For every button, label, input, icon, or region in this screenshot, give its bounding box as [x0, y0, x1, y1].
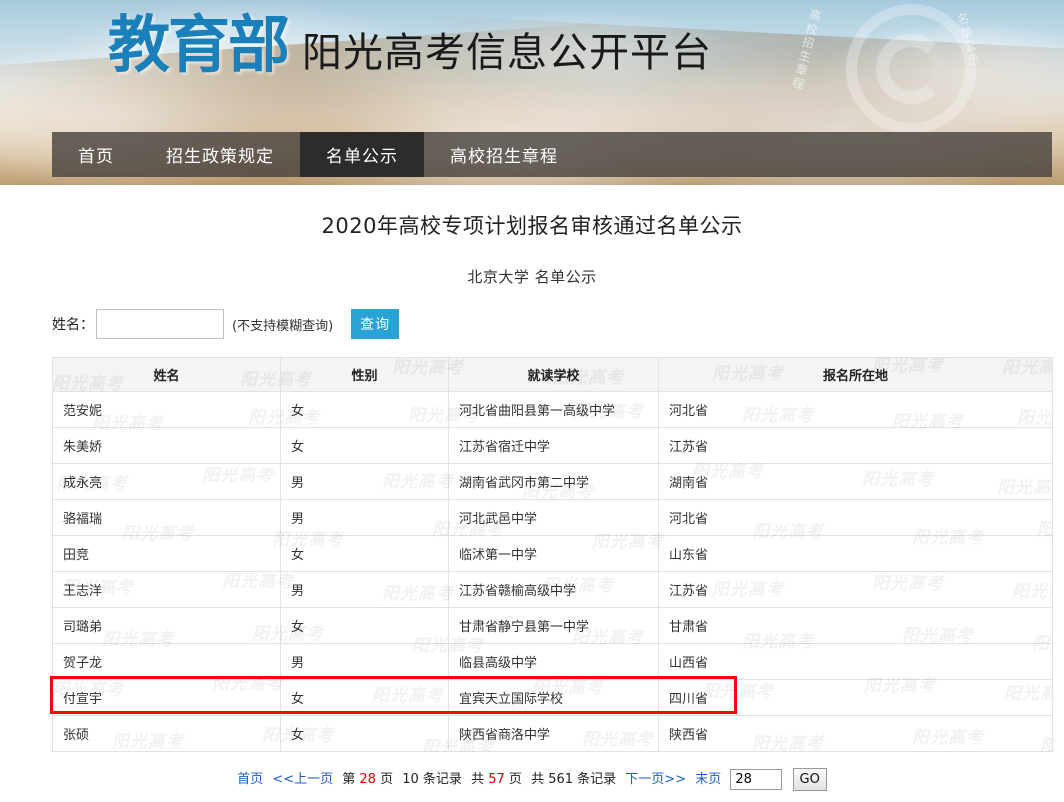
pager-go-button[interactable]: GO: [792, 768, 827, 791]
nav-item-admission-policy[interactable]: 招生政策规定: [140, 132, 300, 177]
table-row: 田竞女临沭第一中学 山东省: [52, 535, 1053, 572]
logo-platform-text: 阳光高考信息公开平台: [302, 30, 713, 76]
pagination-bar: 首页 <<上一页 第 28 页 10 条记录 共 57 页 共 561 条记录 …: [0, 768, 1064, 791]
cell-place: 四川省: [658, 679, 1053, 716]
cell-sex: 女: [280, 391, 449, 428]
search-hint-text: (不支持模糊查询): [232, 318, 334, 334]
cell-name: 张硕: [52, 715, 281, 752]
column-header-school: 就读学校: [448, 357, 659, 392]
table-row: 付宣宇女宜宾天立国际学校 四川省: [52, 679, 1053, 716]
cell-sex: 男: [280, 643, 449, 680]
search-submit-button[interactable]: 查询: [351, 309, 400, 339]
cell-school: 河北武邑中学: [448, 499, 659, 536]
results-table-wrapper: 阳光高考阳光高考阳光高考阳光高考阳光高考阳光高考阳光高考阳光高考阳光高考阳光高考…: [50, 357, 1053, 752]
pager-total-pages: 57: [488, 772, 505, 787]
table-body: 范安妮女河北省曲阳县第一高级中学 河北省 朱美娇女江苏省宿迁中学 江苏省 成永亮男湖南省…: [52, 391, 1053, 752]
column-header-place: 报名所在地: [658, 357, 1053, 392]
cell-name: 田竞: [52, 535, 281, 572]
cell-name: 司璐弟: [52, 607, 281, 644]
table-row: 朱美娇女江苏省宿迁中学 江苏省: [52, 427, 1053, 464]
cell-sex: 男: [280, 463, 449, 500]
cell-school: 河北省曲阳县第一高级中学: [448, 391, 659, 428]
cell-name: 付宣宇: [52, 679, 281, 716]
cell-name: 骆福瑞: [52, 499, 281, 536]
search-name-input[interactable]: [96, 309, 224, 339]
page-title: 2020年高校专项计划报名审核通过名单公示: [321, 214, 743, 238]
search-name-label: 姓名：: [52, 317, 94, 333]
table-row: 张硕女陕西省商洛中学 陕西省: [52, 715, 1053, 752]
cell-school: 江苏省宿迁中学: [448, 427, 659, 464]
cell-place: 河北省: [658, 391, 1053, 428]
cell-place: 陕西省: [658, 715, 1053, 752]
table-header-row: 姓名 性别 就读学校 报名所在地: [52, 357, 1053, 392]
nav-item-name-list[interactable]: 名单公示: [300, 132, 424, 177]
site-banner: 高校招生章程 名单公示 教育部 阳光高考信息公开平台 首页 招生政策规定 名单公…: [0, 0, 1064, 185]
cell-place: 湖南省: [658, 463, 1053, 500]
nav-item-home[interactable]: 首页: [52, 132, 140, 177]
site-logo: 教育部 阳光高考信息公开平台: [108, 14, 712, 76]
cell-sex: 女: [280, 535, 449, 572]
table-row: 骆福瑞男河北武邑中学 河北省: [52, 499, 1053, 536]
cell-sex: 女: [280, 607, 449, 644]
cell-sex: 女: [280, 679, 449, 716]
pager-total-suffix: 页: [508, 772, 522, 787]
pager-first-link[interactable]: 首页: [237, 772, 263, 787]
cell-name: 王志洋: [52, 571, 281, 608]
logo-ministry-text: 教育部: [108, 8, 290, 81]
cell-school: 江苏省赣榆高级中学: [448, 571, 659, 608]
cell-name: 贺子龙: [52, 643, 281, 680]
column-header-name: 姓名: [52, 357, 281, 392]
table-row: 司璐弟女甘肃省静宁县第一中学 甘肃省: [52, 607, 1053, 644]
nav-item-label: 高校招生章程: [450, 147, 558, 167]
cell-place: 江苏省: [658, 427, 1053, 464]
cell-school: 甘肃省静宁县第一中学: [448, 607, 659, 644]
cell-school: 临沭第一中学: [448, 535, 659, 572]
pager-goto-input[interactable]: [730, 769, 783, 790]
pager-per-page: 10 条记录: [402, 772, 462, 787]
cell-place: 甘肃省: [658, 607, 1053, 644]
table-row: 贺子龙男临县高级中学 山西省: [52, 643, 1053, 680]
nav-item-university-regulations[interactable]: 高校招生章程: [424, 132, 584, 177]
cell-place: 江苏省: [658, 571, 1053, 608]
nav-item-label: 名单公示: [326, 147, 398, 167]
results-table: 姓名 性别 就读学校 报名所在地 范安妮女河北省曲阳县第一高级中学 河北省 朱美娇女…: [52, 357, 1053, 752]
table-row: 成永亮男湖南省武冈市第二中学 湖南省: [52, 463, 1053, 500]
main-nav: 首页 招生政策规定 名单公示 高校招生章程: [52, 132, 1052, 177]
cell-sex: 女: [280, 715, 449, 752]
page-content: 2020年高校专项计划报名审核通过名单公示 北京大学 名单公示 姓名： (不支持…: [0, 185, 1064, 802]
nav-item-label: 招生政策规定: [166, 147, 274, 167]
page-subtitle: 北京大学 名单公示: [467, 268, 597, 286]
cell-school: 陕西省商洛中学: [448, 715, 659, 752]
pager-current-page: 28: [359, 772, 376, 787]
table-row: 范安妮女河北省曲阳县第一高级中学 河北省: [52, 391, 1053, 428]
pager-total-prefix: 共: [471, 772, 485, 787]
pager-next-link[interactable]: 下一页>>: [625, 772, 686, 787]
cell-place: 山东省: [658, 535, 1053, 572]
nav-item-label: 首页: [78, 147, 114, 167]
cell-school: 宜宾天立国际学校: [448, 679, 659, 716]
cell-name: 成永亮: [52, 463, 281, 500]
cell-sex: 男: [280, 499, 449, 536]
cell-name: 朱美娇: [52, 427, 281, 464]
cell-school: 湖南省武冈市第二中学: [448, 463, 659, 500]
cell-name: 范安妮: [52, 391, 281, 428]
cell-school: 临县高级中学: [448, 643, 659, 680]
pager-last-link[interactable]: 末页: [695, 772, 721, 787]
cell-place: 河北省: [658, 499, 1053, 536]
pager-current-suffix: 页: [380, 772, 394, 787]
cell-place: 山西省: [658, 643, 1053, 680]
cell-sex: 男: [280, 571, 449, 608]
column-header-sex: 性别: [280, 357, 449, 392]
pager-total-records: 共 561 条记录: [531, 772, 617, 787]
table-row: 王志洋男江苏省赣榆高级中学 江苏省: [52, 571, 1053, 608]
search-form: 姓名： (不支持模糊查询) 查询: [52, 309, 1064, 339]
pager-current-prefix: 第: [342, 772, 356, 787]
pager-prev-link[interactable]: <<上一页: [272, 772, 333, 787]
cell-sex: 女: [280, 427, 449, 464]
